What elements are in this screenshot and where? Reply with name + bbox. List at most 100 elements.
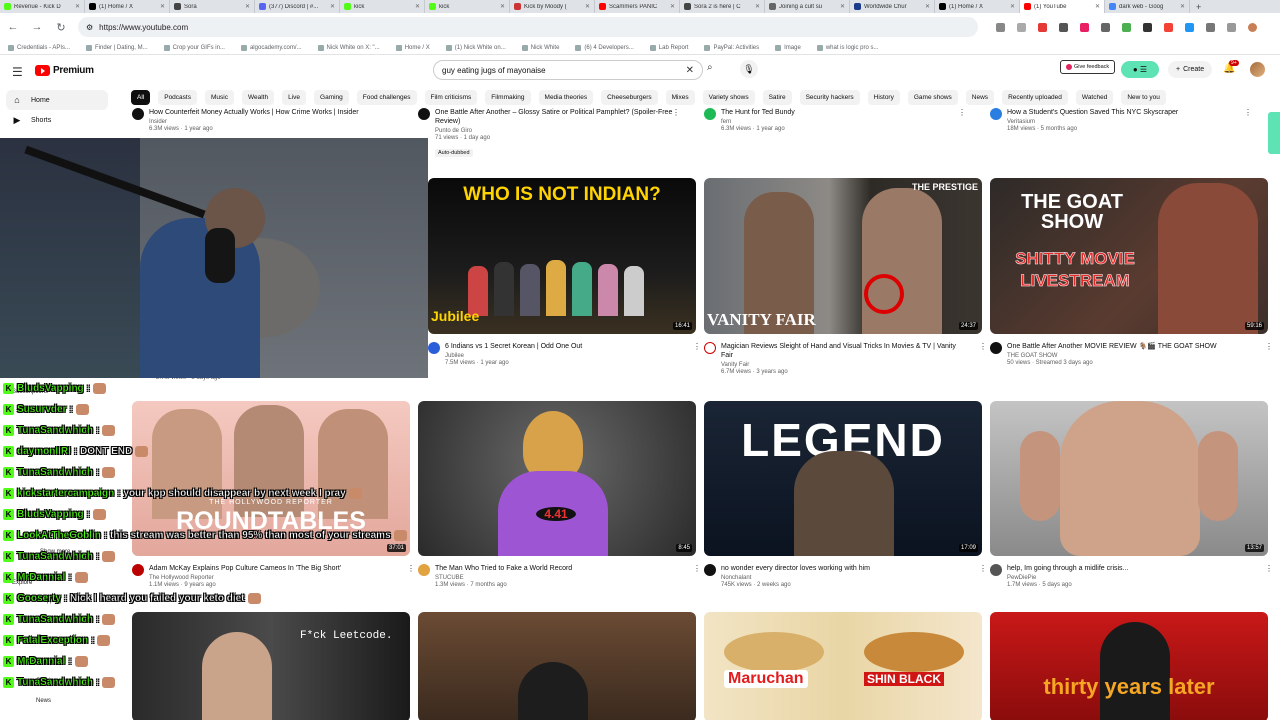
search-input[interactable]: guy eating jugs of mayonaise	[442, 66, 686, 75]
more-options-icon[interactable]: ⋮	[693, 342, 701, 351]
extension-icon[interactable]	[1185, 22, 1194, 32]
bookmark-item[interactable]: what is logic pro s...	[816, 44, 879, 51]
video-thumbnail[interactable]: THE GOAT SHOW SHITTY MOVIE LIVESTREAM 59…	[990, 178, 1268, 334]
browser-tab[interactable]: (1) Home / X ✕	[935, 0, 1020, 13]
video-thumbnail[interactable]: thirty years later	[990, 612, 1268, 720]
video-title[interactable]: help, Im going through a midlife crisis.…	[1007, 564, 1247, 573]
youtube-logo[interactable]: Premium	[35, 65, 94, 76]
tab-close-icon[interactable]: ✕	[925, 3, 930, 10]
create-button[interactable]: + Create	[1168, 61, 1213, 78]
channel-name[interactable]: fern	[721, 119, 961, 125]
more-options-icon[interactable]: ⋮	[1265, 564, 1273, 573]
video-thumbnail[interactable]: LEGEND 17:09	[704, 401, 982, 556]
chat-username[interactable]: TunaSandwhich	[17, 551, 93, 562]
sidebar-item-news[interactable]: News	[36, 698, 51, 704]
forward-icon[interactable]: →	[30, 21, 44, 33]
channel-name[interactable]: PewDiePie	[1007, 575, 1268, 581]
extension-icon[interactable]	[1101, 22, 1110, 32]
chat-username[interactable]: BludsVapping	[17, 383, 84, 394]
browser-tab[interactable]: Sora 2 is here | C ✕	[680, 0, 765, 13]
browser-tab[interactable]: kick ✕	[340, 0, 425, 13]
filter-chip[interactable]: Mixes	[665, 90, 695, 105]
filter-chip[interactable]: Variety shows	[702, 90, 755, 105]
search-box[interactable]: guy eating jugs of mayonaise ✕	[433, 60, 703, 80]
extension-icon[interactable]	[1059, 22, 1068, 32]
tab-close-icon[interactable]: ✕	[330, 3, 335, 10]
extension-icon[interactable]	[1038, 22, 1047, 32]
profile-icon[interactable]	[1248, 22, 1257, 32]
chat-username[interactable]: Gooserty	[17, 593, 61, 604]
channel-avatar[interactable]	[990, 342, 1002, 354]
puzzle-icon[interactable]	[1206, 22, 1215, 32]
sidebar-item-shorts[interactable]: ▶ Shorts	[6, 110, 108, 130]
avatar[interactable]	[1250, 62, 1265, 77]
filter-chip[interactable]: Music	[204, 90, 234, 105]
channel-avatar[interactable]	[990, 564, 1002, 576]
filter-chip[interactable]: Wealth	[241, 90, 275, 105]
bell-icon[interactable]: 🔔 9+	[1223, 60, 1239, 74]
chat-username[interactable]: FatalException	[17, 635, 88, 646]
more-options-icon[interactable]: ⋮	[693, 564, 701, 573]
video-card[interactable]: LEGEND 17:09 no wonder every director lo…	[704, 401, 987, 588]
tab-close-icon[interactable]: ✕	[415, 3, 420, 10]
tab-close-icon[interactable]: ✕	[160, 3, 165, 10]
video-thumbnail[interactable]: WHO IS NOT INDIAN? Jubilee 16:41	[428, 178, 696, 334]
video-thumbnail[interactable]: F*ck Leetcode.	[132, 612, 410, 720]
channel-name[interactable]: Punto de Giro	[435, 128, 675, 134]
channel-name[interactable]: Veritasium	[1007, 119, 1247, 125]
video-thumbnail[interactable]	[418, 612, 696, 720]
more-options-icon[interactable]: ⋮	[1244, 108, 1252, 117]
bookmark-item[interactable]: Credentials - APIs...	[8, 44, 70, 51]
video-title[interactable]: How Counterfeit Money Actually Works | H…	[149, 108, 389, 117]
video-title[interactable]: The Man Who Tried to Fake a World Record	[435, 564, 675, 573]
video-title[interactable]: Magician Reviews Sleight of Hand and Vis…	[721, 342, 961, 360]
browser-tab[interactable]: dark web - Goog ✕	[1105, 0, 1190, 13]
chat-username[interactable]: TunaSandwhich	[17, 467, 93, 478]
channel-avatar[interactable]	[704, 108, 716, 120]
extension-toggle-button[interactable]: ● ☰	[1121, 61, 1159, 78]
video-title[interactable]: no wonder every director loves working w…	[721, 564, 961, 573]
filter-chip[interactable]: Satire	[762, 90, 792, 105]
channel-avatar[interactable]	[132, 564, 144, 576]
browser-tab[interactable]: Worldwide Chur ✕	[850, 0, 935, 13]
video-title[interactable]: One Battle After Another – Glossy Satire…	[435, 108, 675, 126]
video-thumbnail[interactable]: THE PRESTIGE VANITY FAIR 24:37	[704, 178, 982, 334]
extension-side-button[interactable]	[1268, 112, 1280, 154]
filter-chip[interactable]: Media theories	[538, 90, 594, 105]
bookmark-item[interactable]: (1) Nick White on...	[445, 44, 506, 51]
bookmark-item[interactable]: Finder | Dating, M...	[86, 44, 148, 51]
more-options-icon[interactable]: ⋮	[979, 342, 987, 351]
bookmark-item[interactable]: Crop your GIFs in...	[163, 44, 225, 51]
video-card[interactable]: THE GOAT SHOW SHITTY MOVIE LIVESTREAM 59…	[990, 178, 1273, 366]
video-title[interactable]: 6 Indians vs 1 Secret Korean | Odd One O…	[445, 342, 685, 351]
browser-tab[interactable]: Kick by Moody (✕	[510, 0, 595, 13]
channel-avatar[interactable]	[704, 564, 716, 576]
tab-close-icon[interactable]: ✕	[75, 3, 80, 10]
browser-tab[interactable]: Sora ✕	[170, 0, 255, 13]
tab-close-icon[interactable]: ✕	[755, 3, 760, 10]
sidebar-item-home[interactable]: ⌂ Home	[6, 90, 108, 110]
more-options-icon[interactable]: ⋮	[407, 564, 415, 573]
reload-icon[interactable]: ↻	[54, 21, 68, 34]
search-icon[interactable]: ⌕	[707, 62, 713, 73]
more-options-icon[interactable]: ⋮	[1265, 342, 1273, 351]
filter-chip[interactable]: Film criticisms	[424, 90, 478, 105]
chat-username[interactable]: Susurvder	[17, 404, 67, 415]
extension-icon[interactable]	[1143, 22, 1152, 32]
filter-chip[interactable]: News	[965, 90, 995, 105]
tab-close-icon[interactable]: ✕	[585, 3, 590, 10]
bookmark-item[interactable]: Lab Report	[649, 44, 688, 51]
install-icon[interactable]	[996, 22, 1005, 32]
chat-username[interactable]: MrDannial	[17, 572, 66, 583]
channel-name[interactable]: Nonchalant	[721, 575, 982, 581]
chat-username[interactable]: TunaSandwhich	[17, 677, 93, 688]
chat-username[interactable]: MrDannial	[17, 656, 66, 667]
tab-close-icon[interactable]: ✕	[1095, 3, 1100, 10]
bookmark-item[interactable]: Home / X	[395, 44, 430, 51]
video-card[interactable]: WHO IS NOT INDIAN? Jubilee 16:41 6 India…	[428, 178, 701, 366]
extension-icon[interactable]	[1164, 22, 1173, 32]
video-thumbnail[interactable]: Maruchan SHIN BLACK	[704, 612, 982, 720]
extension-icon[interactable]	[1122, 22, 1131, 32]
video-thumbnail[interactable]: 4.41 8:45	[418, 401, 696, 556]
video-card[interactable]: One Battle After Another – Glossy Satire…	[418, 108, 680, 159]
